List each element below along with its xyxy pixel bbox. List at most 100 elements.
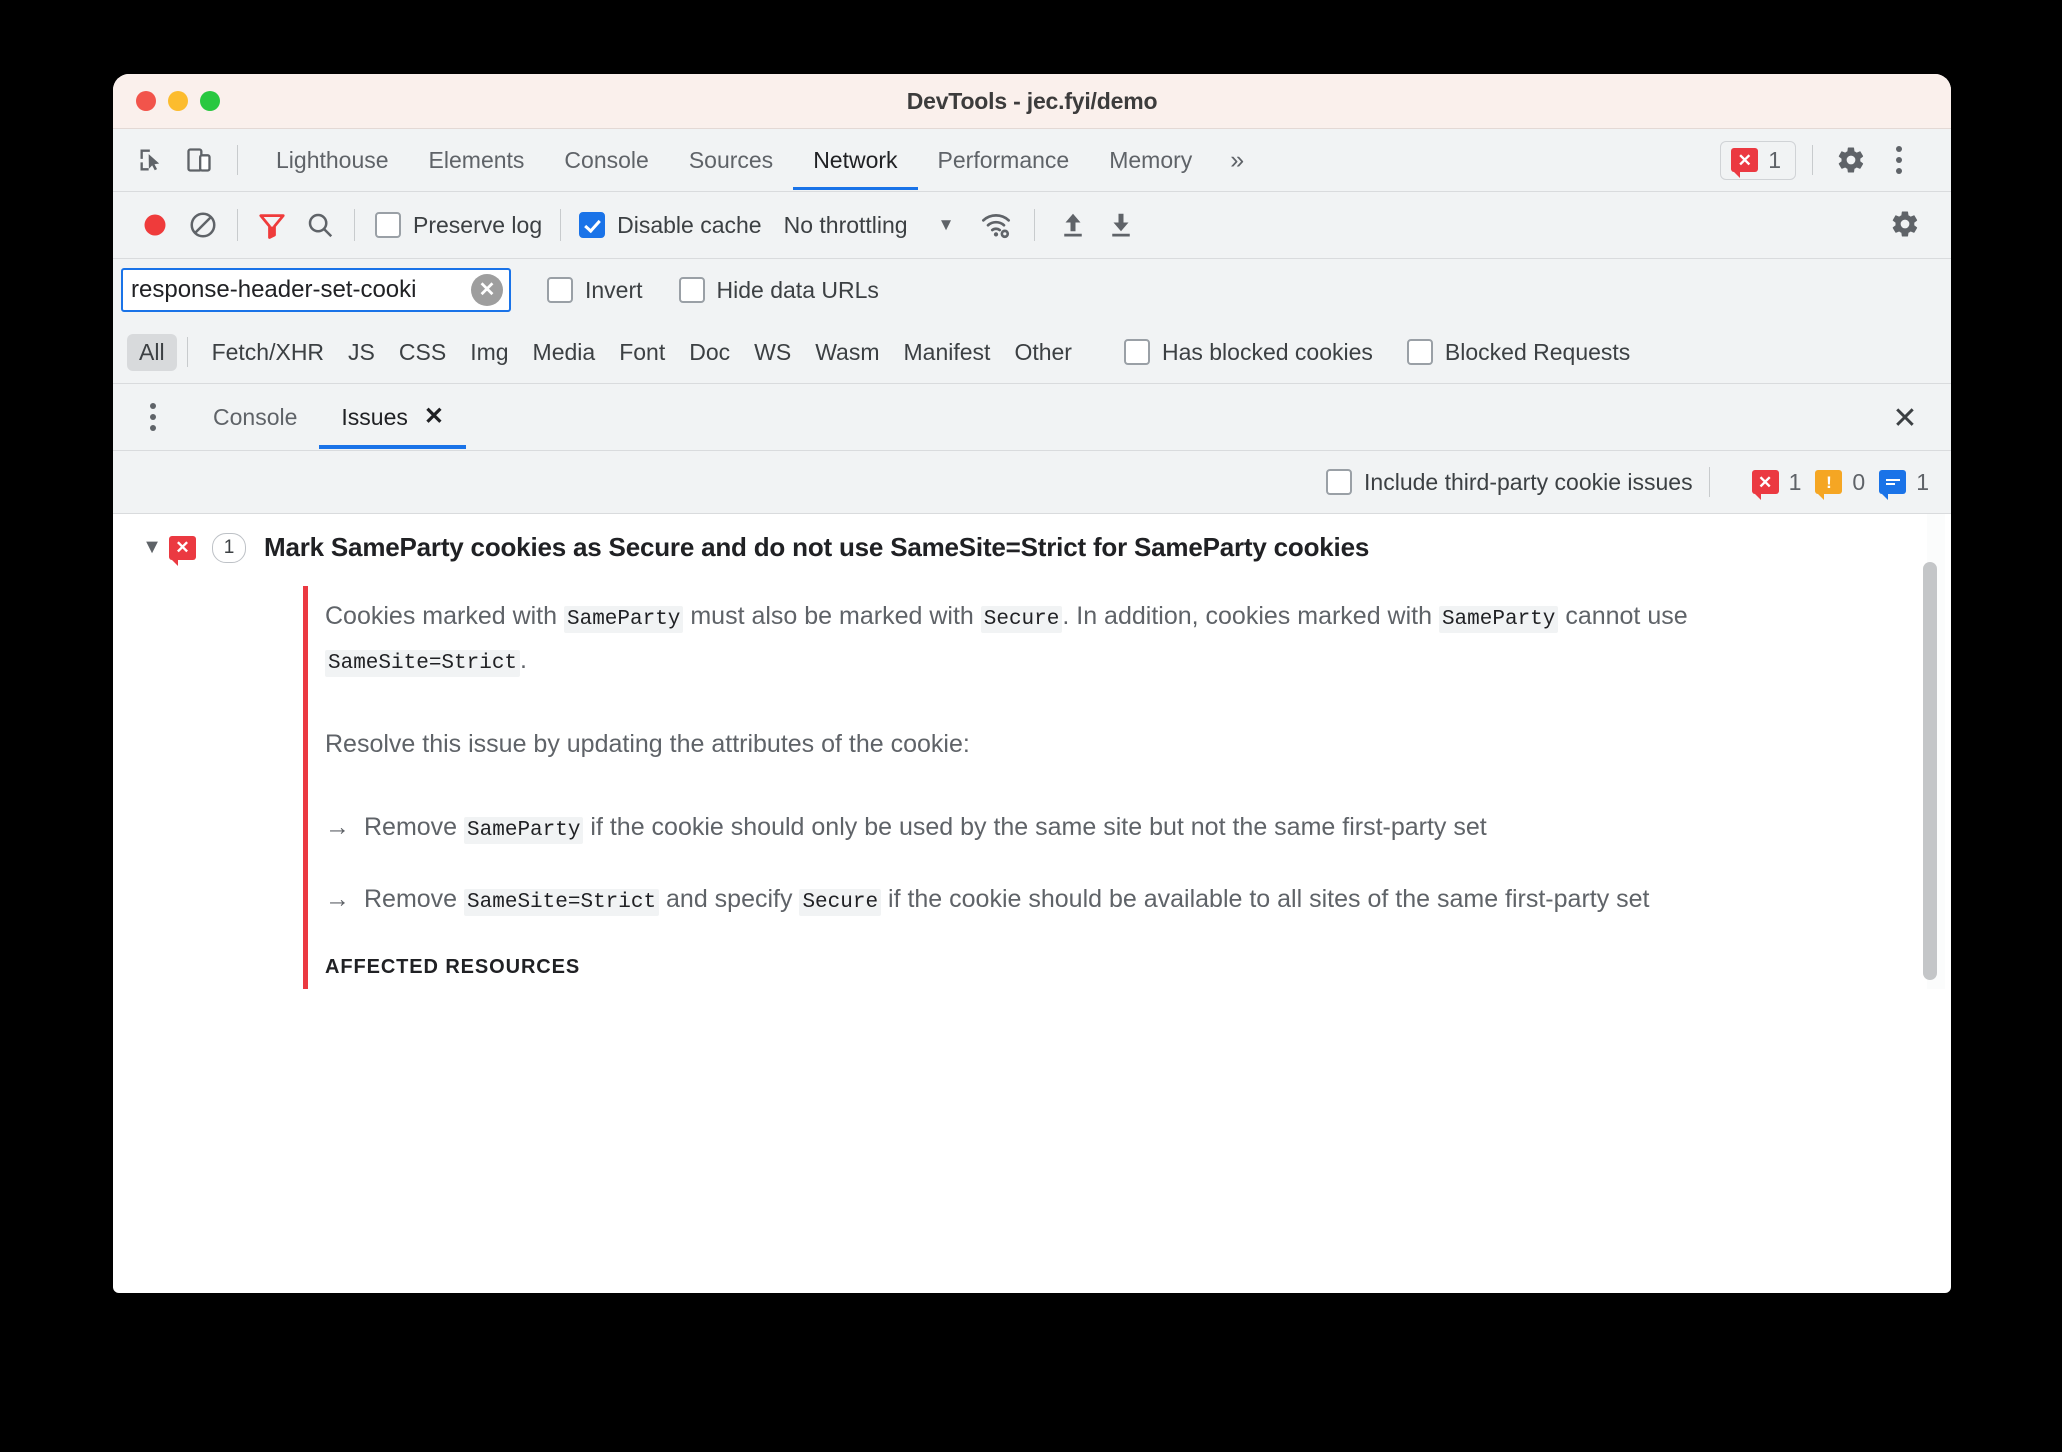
type-row-checkboxes: Has blocked cookies Blocked Requests [1123,338,1630,366]
blocked-requests-box[interactable] [1406,339,1433,365]
type-chip-css[interactable]: CSS [387,334,458,371]
type-chip-img[interactable]: Img [458,334,520,371]
p1-text-2: must also be marked with [683,602,981,630]
error-glyph: ✕ [1737,150,1752,170]
tab-memory[interactable]: Memory [1089,130,1212,190]
throttling-select-value[interactable]: No throttling [784,212,908,239]
type-chip-manifest[interactable]: Manifest [892,334,1003,371]
blocked-requests-checkbox[interactable]: Blocked Requests [1406,339,1630,366]
kebab-menu-icon[interactable] [1877,138,1921,182]
window-titlebar: DevTools - jec.fyi/demo [113,74,1951,129]
type-chip-other[interactable]: Other [1002,334,1084,371]
tab-console[interactable]: Console [544,130,668,190]
b2-text-2: and specify [659,885,800,913]
invert-box[interactable] [547,277,573,303]
type-chip-media[interactable]: Media [521,334,608,371]
filter-checkboxes: Invert Hide data URLs [547,277,879,304]
close-window-button[interactable] [136,91,156,111]
chevron-down-icon[interactable]: ▼ [938,215,955,235]
error-icon: ✕ [1751,470,1779,500]
drawer-tab-console[interactable]: Console [191,385,319,449]
issues-toolbar: Include third-party cookie issues ✕ 1 ! … [113,451,1951,514]
warning-counter[interactable]: ! 0 [1815,468,1866,500]
error-counter[interactable]: ✕ 1 [1751,468,1802,500]
include-third-party-box[interactable] [1326,469,1353,495]
issues-scrollbar-thumb[interactable] [1923,562,1937,980]
record-button[interactable] [131,201,179,249]
error-count-label: 1 [1768,146,1781,173]
include-third-party-cookie-issues-checkbox[interactable]: Include third-party cookie issues [1326,469,1693,496]
tab-network[interactable]: Network [793,130,917,190]
network-conditions-icon[interactable] [972,201,1020,249]
info-icon [1879,470,1907,500]
include-third-party-label: Include third-party cookie issues [1364,468,1693,495]
device-toolbar-icon[interactable] [177,138,221,182]
error-count-button[interactable]: ✕ 1 [1720,140,1796,180]
issue-severity-glyph: ✕ [175,538,190,557]
expand-issue-caret-icon[interactable]: ▼ [135,536,169,559]
drawer-tab-issues-label: Issues [341,404,408,430]
type-chip-wasm[interactable]: Wasm [803,334,891,371]
tabbar-right-divider [1812,145,1813,175]
drawer-tab-console-label: Console [213,404,298,430]
tab-lighthouse[interactable]: Lighthouse [256,130,409,190]
issue-severity-error-icon: ✕ [169,535,196,566]
export-har-icon[interactable] [1097,201,1145,249]
drawer-tabbar: Console Issues ✕ ✕ [113,384,1951,451]
has-blocked-cookies-box[interactable] [1123,339,1150,365]
type-chip-ws[interactable]: WS [742,334,803,371]
filter-input[interactable] [121,268,511,312]
error-glyph: ✕ [1757,472,1773,492]
traffic-light-buttons[interactable] [136,91,220,111]
tab-performance[interactable]: Performance [918,130,1090,190]
minimize-window-button[interactable] [168,91,188,111]
search-icon[interactable] [296,201,344,249]
tab-elements[interactable]: Elements [409,130,545,190]
has-blocked-cookies-checkbox[interactable]: Has blocked cookies [1123,338,1373,366]
clear-filter-icon[interactable]: ✕ [471,274,503,306]
drawer-kebab-menu-icon[interactable] [131,395,175,439]
type-chip-all[interactable]: All [127,333,177,371]
b1-text-1: Remove [364,813,465,842]
disable-cache-checkbox[interactable]: Disable cache [579,212,762,239]
issues-toolbar-divider [1708,467,1710,497]
inspect-element-icon[interactable] [129,138,173,182]
filter-funnel-icon[interactable] [248,201,296,249]
network-toolbar: Preserve log Disable cache No throttling… [113,192,1951,259]
issue-row-header[interactable]: ▼ ✕ 1 Mark SameParty cookies as Secure a… [113,514,1951,573]
issue-description-paragraph: Cookies marked with SameParty must also … [325,595,1865,683]
b1-text-2: if the cookie should only be used by the… [583,813,1487,842]
clear-button[interactable] [179,201,227,249]
preserve-log-checkbox[interactable]: Preserve log [375,212,542,239]
p1-text-5: . [520,645,527,674]
affected-resources-label: AFFECTED RESOURCES [325,955,581,978]
p1-text-4: cannot use [1558,602,1688,630]
type-chip-doc[interactable]: Doc [677,334,742,371]
warning-counter-value: 0 [1852,468,1866,495]
close-drawer-icon[interactable]: ✕ [1885,398,1925,438]
tab-sources[interactable]: Sources [669,130,793,190]
import-har-icon[interactable] [1049,201,1097,249]
type-chip-fetch-xhr[interactable]: Fetch/XHR [200,334,336,371]
error-counter-value: 1 [1788,468,1802,495]
preserve-log-box[interactable] [375,212,401,238]
devtools-main-tabbar: Lighthouse Elements Console Sources Netw… [113,129,1951,192]
has-blocked-cookies-label: Has blocked cookies [1161,338,1373,365]
hide-data-urls-checkbox[interactable]: Hide data URLs [678,276,879,304]
gear-icon[interactable] [1829,138,1873,182]
invert-checkbox[interactable]: Invert [547,277,643,304]
preserve-log-label: Preserve log [413,211,543,238]
more-tabs-icon[interactable]: » [1212,146,1262,175]
maximize-window-button[interactable] [200,91,220,111]
type-chip-js[interactable]: JS [336,334,387,371]
drawer-tab-issues[interactable]: Issues ✕ [319,385,466,449]
issues-scrollbar-track[interactable] [1923,514,1945,989]
network-settings-gear-icon[interactable] [1881,200,1929,248]
close-issues-tab-icon[interactable]: ✕ [424,405,444,429]
info-counter[interactable]: 1 [1879,469,1929,500]
type-chip-font[interactable]: Font [607,334,677,371]
arrow-right-icon: → [325,813,350,842]
hide-data-urls-label: Hide data URLs [716,276,879,303]
hide-data-urls-box[interactable] [678,277,705,303]
disable-cache-box[interactable] [579,212,606,238]
